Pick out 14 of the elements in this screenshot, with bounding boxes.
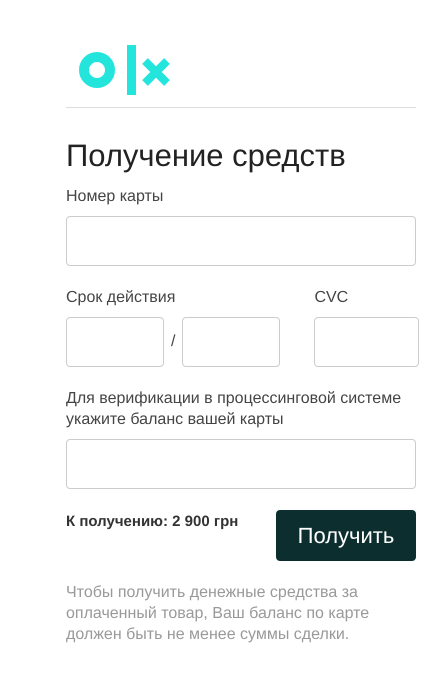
text-field[interactable]	[66, 439, 416, 489]
submit-button[interactable]: Получить	[276, 510, 416, 561]
payout-amount: К получению: 2 900 грн	[66, 513, 238, 530]
page-title: Получение средств	[66, 138, 347, 174]
cvc-field[interactable]	[314, 317, 420, 367]
field-label: Для верификации в процессинговой системе укажите баланс вашей карты	[66, 389, 402, 430]
field-label: Номер карты	[66, 187, 164, 207]
year-field[interactable]	[182, 317, 280, 367]
month-field[interactable]	[66, 317, 164, 367]
separator: /	[171, 333, 176, 351]
field-label: CVC	[314, 288, 350, 308]
info-note: Чтобы получить денежные средства за оплаченный товар, Ваш баланс по карте должен быть не менее суммы сделки.	[66, 583, 370, 645]
field-label: Срок действия	[66, 288, 176, 308]
text-field[interactable]	[66, 216, 416, 266]
